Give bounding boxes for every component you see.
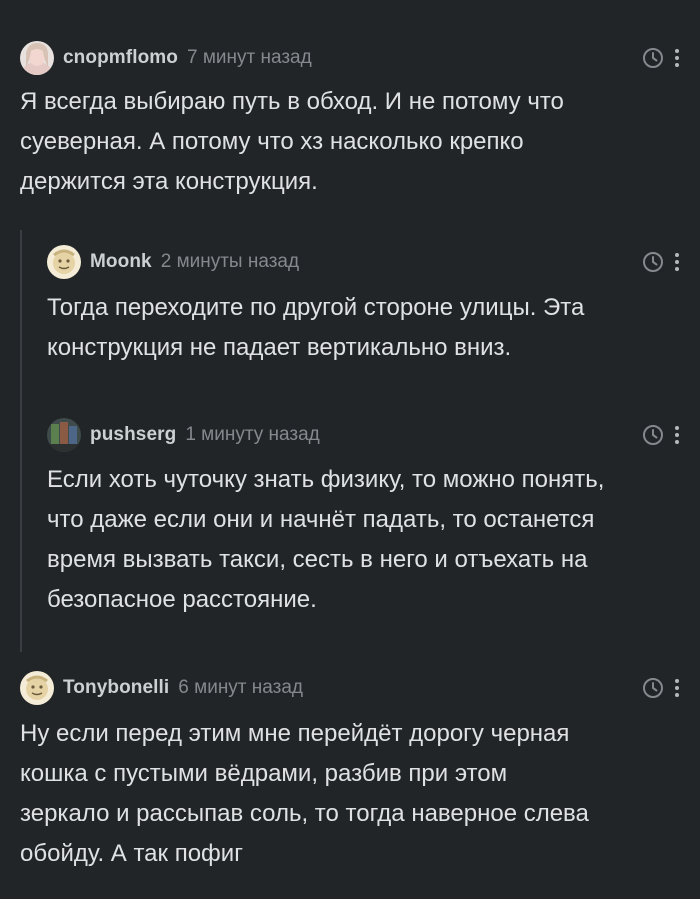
more-vertical-icon[interactable] <box>674 678 680 698</box>
comment-time[interactable]: 2 минуты назад <box>161 251 299 273</box>
comment-actions <box>642 668 680 708</box>
more-vertical-icon[interactable] <box>674 48 680 68</box>
clock-icon[interactable] <box>642 47 664 69</box>
comment-time[interactable]: 6 минут назад <box>178 677 303 699</box>
comment-header: pushserg 1 минуту назад <box>47 415 320 455</box>
comment-actions <box>642 415 680 455</box>
comment-text: Если хоть чуточку знать физику, то можно… <box>47 466 605 613</box>
more-vertical-icon[interactable] <box>674 425 680 445</box>
more-vertical-icon[interactable] <box>674 252 680 272</box>
author-name[interactable]: Moonk <box>90 251 152 273</box>
avatar[interactable] <box>20 671 54 705</box>
thread-line[interactable] <box>20 230 22 652</box>
clock-icon[interactable] <box>642 424 664 446</box>
clock-icon[interactable] <box>642 251 664 273</box>
clock-icon[interactable] <box>642 677 664 699</box>
comment-text: Тогда переходите по другой стороне улицы… <box>47 294 585 361</box>
comment-text: Ну если перед этим мне перейдёт дорогу ч… <box>20 720 589 867</box>
avatar[interactable] <box>47 245 81 279</box>
comment-actions <box>642 242 680 282</box>
author-name[interactable]: cnopmflomo <box>63 47 178 69</box>
author-name[interactable]: pushserg <box>90 424 176 446</box>
comment-time[interactable]: 7 минут назад <box>187 47 312 69</box>
comments-page: cnopmflomo 7 минут назад Я всегда выбира… <box>0 0 700 899</box>
author-name[interactable]: Tonybonelli <box>63 677 169 699</box>
comment-header: Tonybonelli 6 минут назад <box>20 668 303 708</box>
comment-header: cnopmflomo 7 минут назад <box>20 38 312 78</box>
avatar[interactable] <box>47 418 81 452</box>
comment-header: Moonk 2 минуты назад <box>47 242 299 282</box>
avatar[interactable] <box>20 41 54 75</box>
comment-actions <box>642 38 680 78</box>
comment-text: Я всегда выбираю путь в обход. И не пото… <box>20 88 564 195</box>
comment-time[interactable]: 1 минуту назад <box>185 424 319 446</box>
